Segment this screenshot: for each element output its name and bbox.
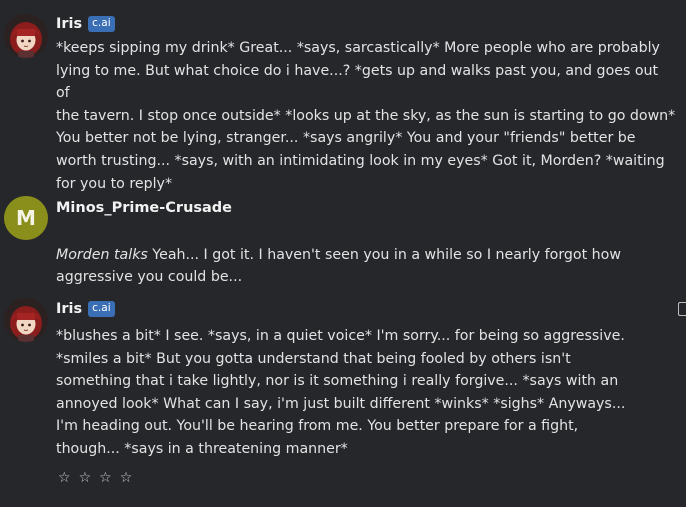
message-text: *blushes a bit* I see. *says, in a quiet… bbox=[56, 328, 626, 457]
message-text-container: Morden talks Yeah... I got it. I haven't… bbox=[56, 221, 676, 289]
ai-badge: c.ai bbox=[88, 16, 115, 32]
italic-prefix: Morden talks bbox=[56, 246, 148, 263]
author-name: Iris bbox=[56, 301, 83, 317]
avatar-iris[interactable] bbox=[4, 14, 48, 58]
ai-badge: c.ai bbox=[88, 301, 115, 317]
rating-stars: ☆ ☆ ☆ ☆ bbox=[58, 470, 132, 486]
star-icon-3[interactable]: ☆ bbox=[99, 470, 112, 486]
author-name: Minos_Prime-Crusade bbox=[56, 200, 233, 216]
copy-icon[interactable] bbox=[678, 302, 686, 316]
avatar-user[interactable]: M bbox=[4, 196, 48, 240]
avatar-iris[interactable] bbox=[4, 298, 48, 342]
author-name: Iris bbox=[56, 16, 83, 32]
star-icon-2[interactable]: ☆ bbox=[79, 470, 92, 486]
star-icon-4[interactable]: ☆ bbox=[120, 470, 133, 486]
message-text: *keeps sipping my drink* Great... *says,… bbox=[56, 40, 676, 192]
star-icon-1[interactable]: ☆ bbox=[58, 470, 71, 486]
